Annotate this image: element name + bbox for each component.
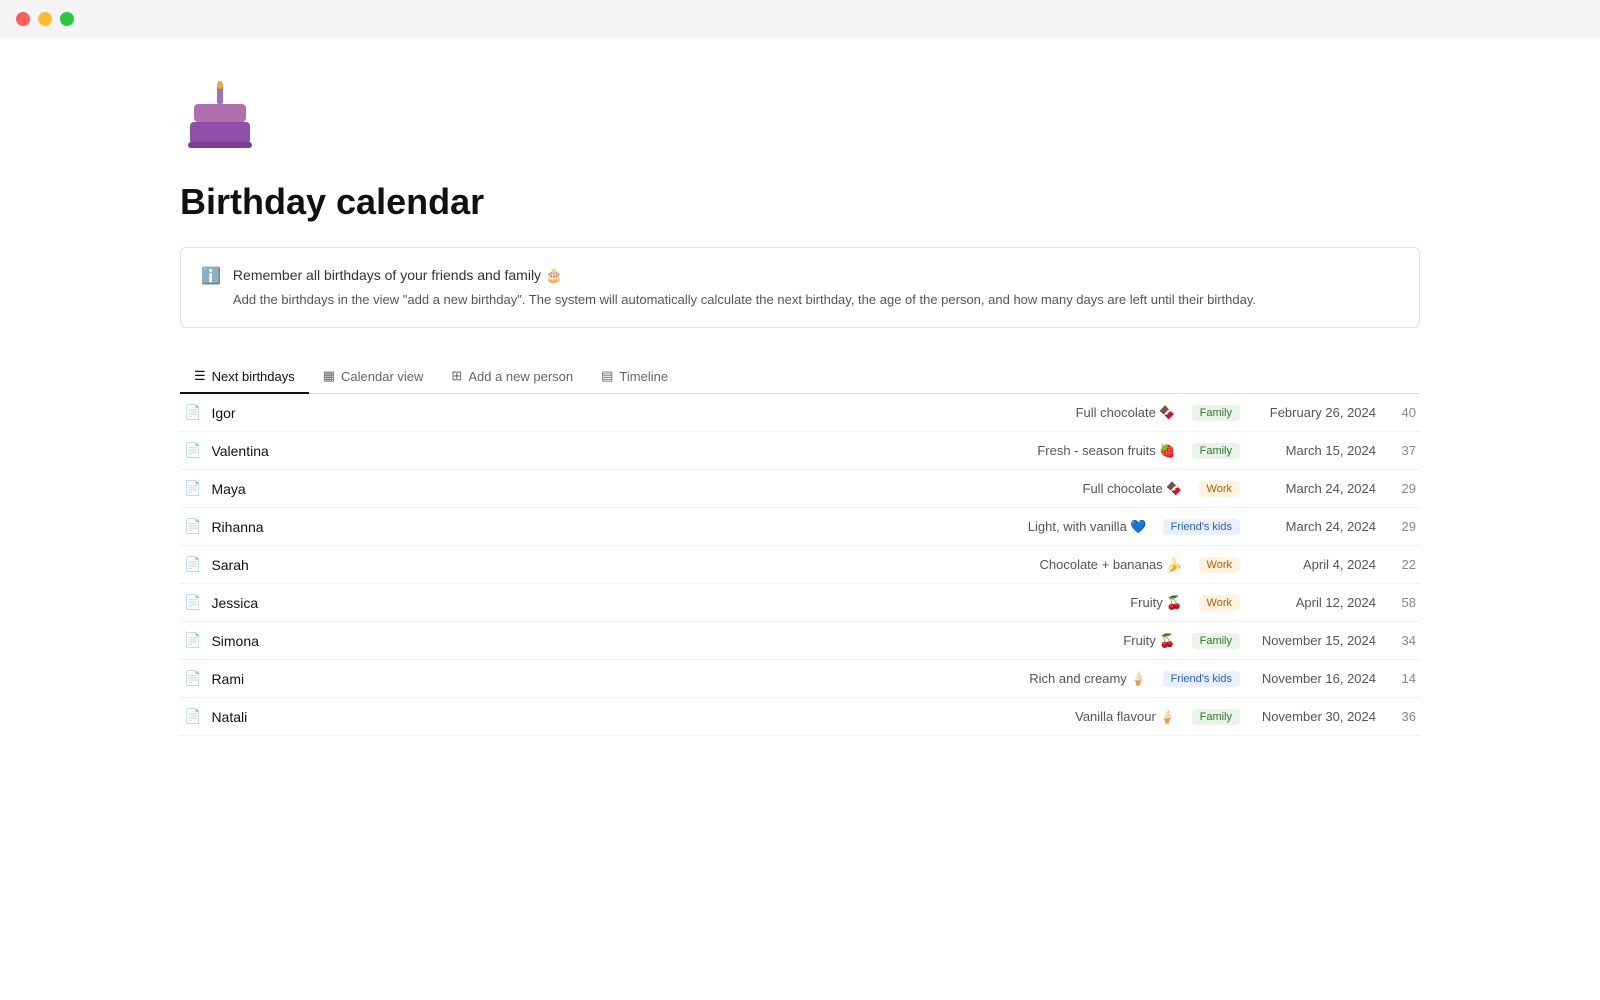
maximize-button[interactable] (60, 12, 74, 26)
person-age: 58 (1392, 595, 1416, 610)
person-name: Maya (211, 481, 1082, 497)
minimize-button[interactable] (38, 12, 52, 26)
category-tag: Friend's kids (1163, 519, 1240, 535)
row-doc-icon: 📄 (184, 594, 201, 611)
birthdays-table: 📄 Igor Full chocolate 🍫 Family February … (180, 394, 1420, 736)
cake-flavor: Fruity 🍒 (1123, 633, 1175, 649)
person-age: 14 (1392, 671, 1416, 686)
category-tag: Family (1192, 709, 1240, 725)
cake-flavor: Rich and creamy 🍦 (1029, 671, 1146, 687)
info-box: ℹ️ Remember all birthdays of your friend… (180, 247, 1420, 328)
list-icon: ☰ (194, 368, 206, 384)
row-details: Light, with vanilla 💙 Friend's kids Marc… (1028, 519, 1416, 535)
row-details: Fruity 🍒 Work April 12, 2024 58 (1130, 595, 1416, 611)
category-tag: Family (1192, 443, 1240, 459)
tab-timeline[interactable]: ▤ Timeline (587, 360, 682, 394)
table-row[interactable]: 📄 Simona Fruity 🍒 Family November 15, 20… (180, 622, 1420, 660)
person-age: 34 (1392, 633, 1416, 648)
row-details: Full chocolate 🍫 Family February 26, 202… (1076, 405, 1416, 421)
close-button[interactable] (16, 12, 30, 26)
table-row[interactable]: 📄 Jessica Fruity 🍒 Work April 12, 2024 5… (180, 584, 1420, 622)
cake-flavor: Vanilla flavour 🍦 (1075, 709, 1176, 725)
page-title: Birthday calendar (180, 181, 1420, 223)
tabs-bar: ☰ Next birthdays ▦ Calendar view ⊞ Add a… (180, 360, 1420, 394)
row-details: Fresh - season fruits 🍓 Family March 15,… (1037, 443, 1416, 459)
category-tag: Family (1192, 405, 1240, 421)
cake-flavor: Light, with vanilla 💙 (1028, 519, 1147, 535)
titlebar (0, 0, 1600, 38)
row-details: Rich and creamy 🍦 Friend's kids November… (1029, 671, 1416, 687)
row-doc-icon: 📄 (184, 442, 201, 459)
person-age: 37 (1392, 443, 1416, 458)
birthday-date: April 12, 2024 (1256, 595, 1376, 610)
category-tag: Friend's kids (1163, 671, 1240, 687)
cake-flavor: Chocolate + bananas 🍌 (1039, 557, 1182, 573)
birthday-date: March 24, 2024 (1256, 481, 1376, 496)
row-doc-icon: 📄 (184, 670, 201, 687)
cake-flavor: Fresh - season fruits 🍓 (1037, 443, 1175, 459)
calendar-icon: ▦ (323, 368, 335, 384)
person-name: Simona (211, 633, 1123, 649)
table-row[interactable]: 📄 Sarah Chocolate + bananas 🍌 Work April… (180, 546, 1420, 584)
person-name: Natali (211, 709, 1075, 725)
info-icon: ℹ️ (201, 266, 221, 286)
row-doc-icon: 📄 (184, 556, 201, 573)
table-row[interactable]: 📄 Natali Vanilla flavour 🍦 Family Novemb… (180, 698, 1420, 736)
table-row[interactable]: 📄 Rihanna Light, with vanilla 💙 Friend's… (180, 508, 1420, 546)
category-tag: Work (1199, 557, 1240, 573)
birthday-date: November 15, 2024 (1256, 633, 1376, 648)
row-details: Chocolate + bananas 🍌 Work April 4, 2024… (1039, 557, 1416, 573)
info-line1: Remember all birthdays of your friends a… (233, 264, 1256, 286)
table-row[interactable]: 📄 Rami Rich and creamy 🍦 Friend's kids N… (180, 660, 1420, 698)
timeline-icon: ▤ (601, 368, 613, 384)
row-doc-icon: 📄 (184, 708, 201, 725)
person-name: Sarah (211, 557, 1039, 573)
table-row[interactable]: 📄 Valentina Fresh - season fruits 🍓 Fami… (180, 432, 1420, 470)
person-age: 36 (1392, 709, 1416, 724)
category-tag: Work (1199, 481, 1240, 497)
info-text: Remember all birthdays of your friends a… (233, 264, 1256, 311)
person-age: 29 (1392, 519, 1416, 534)
category-tag: Family (1192, 633, 1240, 649)
row-doc-icon: 📄 (184, 480, 201, 497)
tab-next-birthdays[interactable]: ☰ Next birthdays (180, 360, 309, 394)
row-details: Full chocolate 🍫 Work March 24, 2024 29 (1083, 481, 1416, 497)
birthday-date: March 24, 2024 (1256, 519, 1376, 534)
birthday-date: February 26, 2024 (1256, 405, 1376, 420)
person-age: 22 (1392, 557, 1416, 572)
row-doc-icon: 📄 (184, 632, 201, 649)
row-doc-icon: 📄 (184, 404, 201, 421)
tab-add-person[interactable]: ⊞ Add a new person (437, 360, 587, 394)
person-age: 40 (1392, 405, 1416, 420)
person-name: Jessica (211, 595, 1130, 611)
page-container: Birthday calendar ℹ️ Remember all birthd… (100, 38, 1500, 776)
table-icon: ⊞ (451, 368, 462, 384)
birthday-date: March 15, 2024 (1256, 443, 1376, 458)
cake-flavor: Full chocolate 🍫 (1083, 481, 1183, 497)
person-name: Rihanna (211, 519, 1027, 535)
birthday-date: November 30, 2024 (1256, 709, 1376, 724)
table-row[interactable]: 📄 Igor Full chocolate 🍫 Family February … (180, 394, 1420, 432)
cake-icon (180, 78, 1420, 161)
person-name: Igor (211, 405, 1075, 421)
birthday-date: April 4, 2024 (1256, 557, 1376, 572)
cake-flavor: Full chocolate 🍫 (1076, 405, 1176, 421)
tab-calendar-view[interactable]: ▦ Calendar view (309, 360, 438, 394)
category-tag: Work (1199, 595, 1240, 611)
row-doc-icon: 📄 (184, 518, 201, 535)
row-details: Fruity 🍒 Family November 15, 2024 34 (1123, 633, 1416, 649)
cake-flavor: Fruity 🍒 (1130, 595, 1182, 611)
info-line2: Add the birthdays in the view "add a new… (233, 290, 1256, 311)
row-details: Vanilla flavour 🍦 Family November 30, 20… (1075, 709, 1416, 725)
table-row[interactable]: 📄 Maya Full chocolate 🍫 Work March 24, 2… (180, 470, 1420, 508)
birthday-date: November 16, 2024 (1256, 671, 1376, 686)
person-name: Valentina (211, 443, 1037, 459)
person-age: 29 (1392, 481, 1416, 496)
person-name: Rami (211, 671, 1029, 687)
